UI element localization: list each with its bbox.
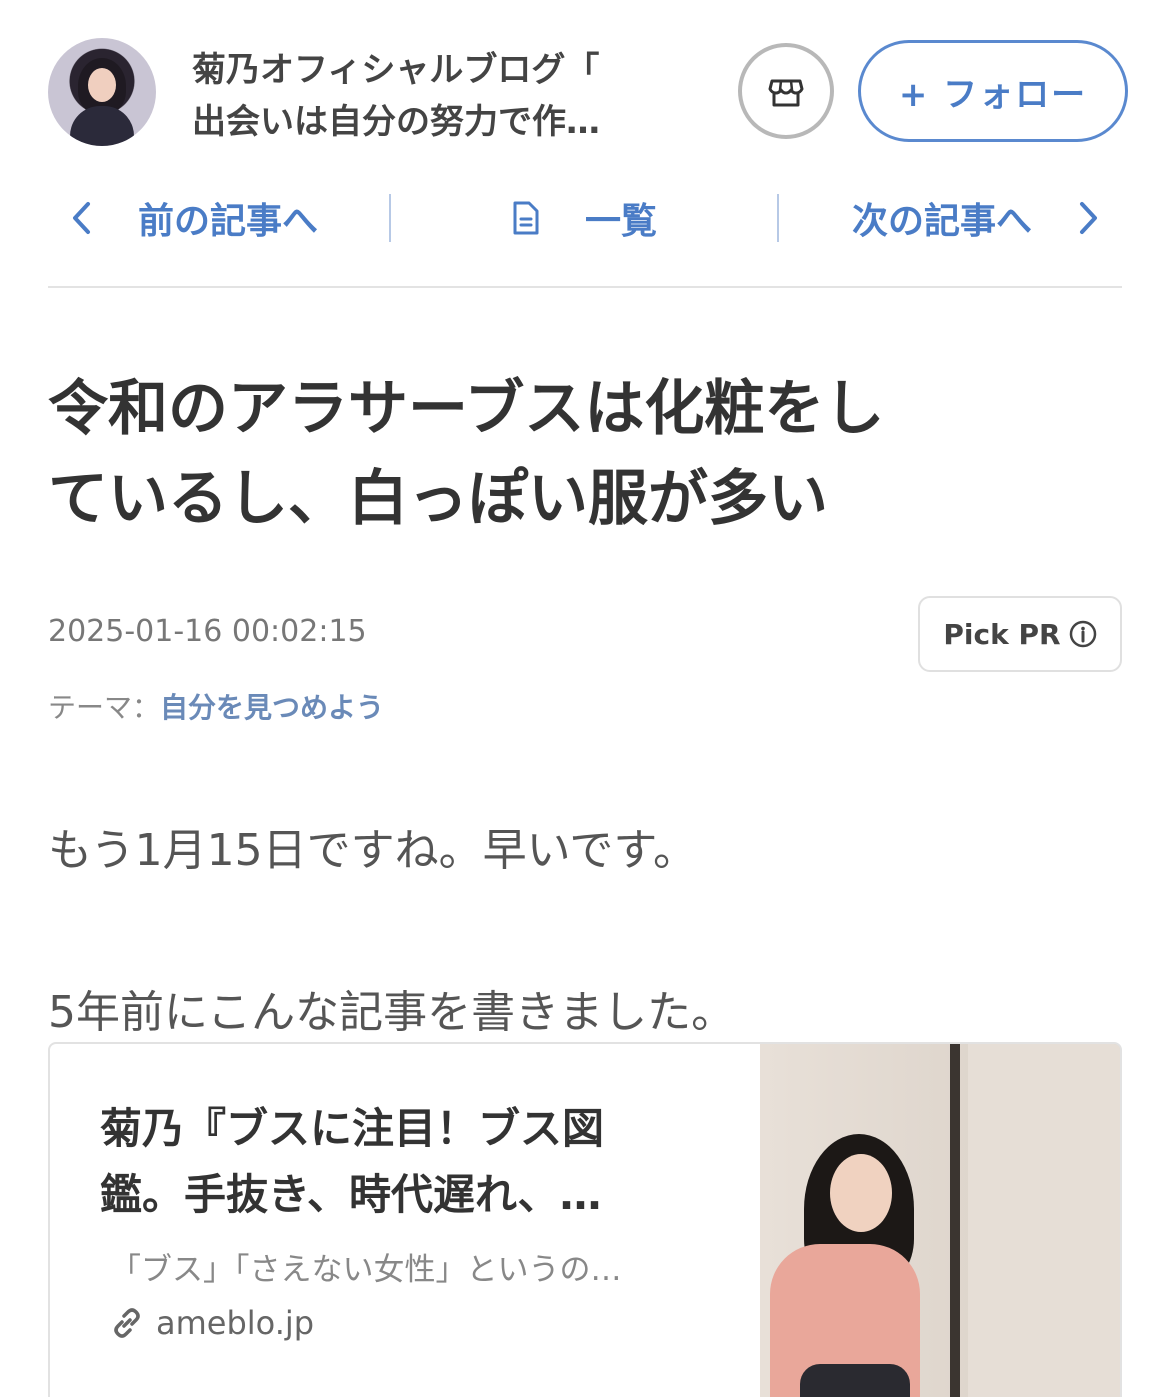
thumbnail-face [830, 1154, 892, 1232]
article-list-link[interactable]: 一覧 [391, 192, 778, 244]
avatar-face [88, 68, 116, 102]
pick-pr-button[interactable]: Pick PR [918, 596, 1122, 672]
blog-header: 菊乃オフィシャルブログ「 出会いは自分の努力で作… + フォロー [0, 0, 1170, 180]
theme-link[interactable]: 自分を見つめよう [160, 691, 384, 724]
link-icon [114, 1308, 140, 1338]
chevron-left-icon [73, 202, 90, 234]
thumbnail-wall [968, 1044, 1120, 1397]
shop-button[interactable] [738, 43, 834, 139]
article-datetime: 2025-01-16 00:02:15 [48, 614, 367, 649]
prev-article-label: 前の記事へ [138, 201, 319, 242]
link-card-thumbnail [760, 1044, 1120, 1397]
info-icon [1069, 620, 1096, 648]
article-paragraph: もう1月15日ですね。早いです。 [48, 825, 697, 876]
article-title-line2: ているし、白っぽい服が多い [48, 464, 828, 534]
avatar-body [70, 106, 134, 146]
follow-button[interactable]: + フォロー [858, 40, 1128, 142]
blog-title-line2: 出会いは自分の努力で作… [192, 102, 600, 142]
next-article-link[interactable]: 次の記事へ [779, 192, 1122, 244]
theme-label: テーマ： [48, 691, 161, 724]
article-paragraph: 5年前にこんな記事を書きました。 [48, 987, 736, 1038]
article-title: 令和のアラサーブスは化粧をし ているし、白っぽい服が多い [48, 364, 1122, 544]
pick-pr-label: Pick PR [943, 617, 1061, 651]
blog-title[interactable]: 菊乃オフィシャルブログ「 出会いは自分の努力で作… [192, 44, 672, 148]
link-card-domain: ameblo.jp [110, 1304, 314, 1342]
article-theme: テーマ：自分を見つめよう [48, 686, 384, 726]
document-icon [513, 201, 539, 235]
blog-avatar[interactable] [48, 38, 156, 146]
thumbnail-pants [800, 1364, 910, 1397]
next-article-label: 次の記事へ [852, 201, 1033, 242]
link-card-title-line1: 菊乃『ブスに注目！ブス図 [100, 1104, 605, 1153]
link-card[interactable]: 菊乃『ブスに注目！ブス図 鑑。手抜き、時代遅れ、… 「ブス」「さえない女性」とい… [48, 1042, 1122, 1397]
prev-article-link[interactable]: 前の記事へ [48, 192, 389, 244]
shop-icon [768, 79, 804, 107]
thumbnail-door-frame [950, 1044, 960, 1397]
article-list-label: 一覧 [585, 201, 658, 242]
link-card-description: 「ブス」「さえない女性」というの… [110, 1252, 622, 1288]
chevron-right-icon [1080, 202, 1098, 234]
blog-title-line1: 菊乃オフィシャルブログ「 [192, 50, 600, 90]
link-card-title: 菊乃『ブスに注目！ブス図 鑑。手抜き、時代遅れ、… [100, 1096, 700, 1228]
header-divider [48, 286, 1122, 288]
link-card-title-line2: 鑑。手抜き、時代遅れ、… [100, 1170, 602, 1219]
article-navigation: 前の記事へ 一覧 次の記事へ [48, 186, 1122, 250]
link-card-domain-text: ameblo.jp [156, 1304, 315, 1342]
article-title-line1: 令和のアラサーブスは化粧をし [48, 374, 885, 444]
